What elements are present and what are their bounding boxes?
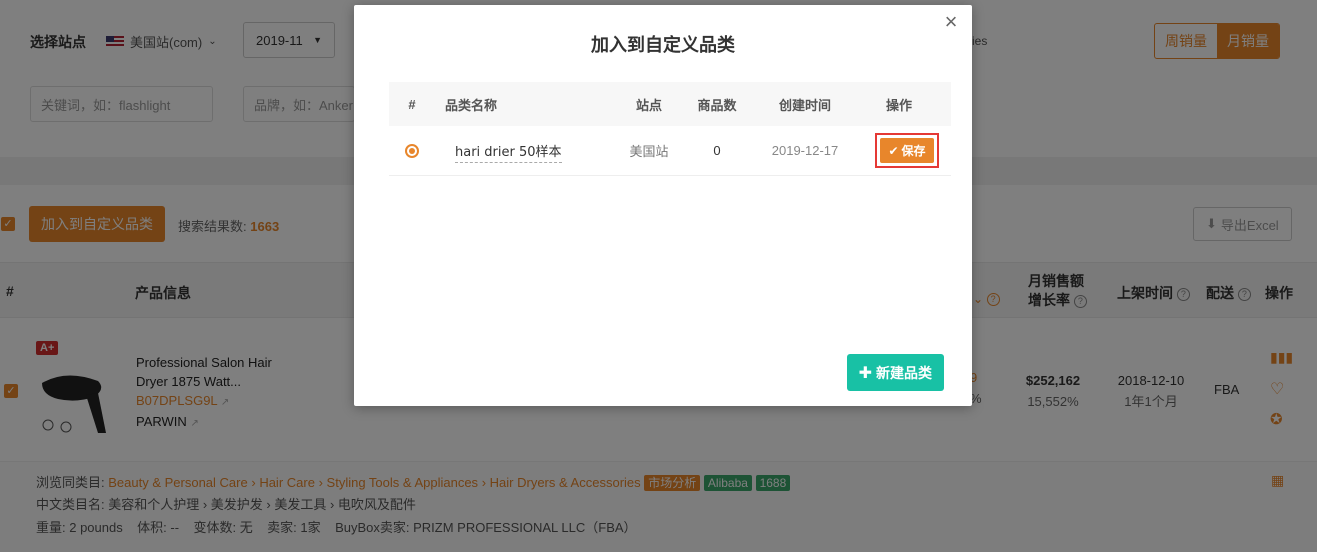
close-icon[interactable]: × bbox=[940, 11, 962, 33]
col-actions: 操作 bbox=[885, 97, 912, 113]
col-product-count: 商品数 bbox=[697, 97, 737, 113]
category-name-input[interactable]: hari drier 50样本 bbox=[455, 139, 562, 163]
new-category-button[interactable]: ✚ 新建品类 bbox=[846, 354, 944, 391]
category-table-header: # 品类名称 站点 商品数 创建时间 操作 bbox=[389, 82, 951, 126]
col-category-name: 品类名称 bbox=[445, 97, 498, 113]
category-created: 2019-12-17 bbox=[771, 143, 839, 158]
save-label: 保存 bbox=[901, 144, 926, 158]
category-row: hari drier 50样本 美国站 0 2019-12-17 ✔ 保存 bbox=[389, 126, 951, 176]
plus-icon: ✚ bbox=[858, 364, 872, 382]
category-name-cell: hari drier 50样本 bbox=[435, 139, 611, 163]
category-radio[interactable] bbox=[405, 143, 419, 158]
category-site: 美国站 bbox=[629, 144, 669, 159]
add-category-modal: 加入到自定义品类 × # 品类名称 站点 商品数 创建时间 操作 hari dr… bbox=[354, 5, 972, 406]
row-radio-cell bbox=[389, 143, 435, 158]
category-action-cell: ✔ 保存 bbox=[863, 133, 951, 168]
product-search-page: 选择站点 美国站(com) ⌄ 2019-11 ▼ ies 周销量 月销量 关键… bbox=[0, 0, 1317, 552]
col-index: # bbox=[408, 96, 416, 112]
category-count: 0 bbox=[713, 143, 721, 158]
col-site: 站点 bbox=[635, 97, 662, 113]
check-icon: ✔ bbox=[888, 143, 899, 158]
new-category-label: 新建品类 bbox=[876, 364, 932, 381]
col-created-time: 创建时间 bbox=[778, 97, 831, 113]
save-highlight: ✔ 保存 bbox=[875, 133, 939, 168]
category-table: # 品类名称 站点 商品数 创建时间 操作 hari drier 50样本 美国… bbox=[389, 82, 951, 176]
save-button[interactable]: ✔ 保存 bbox=[880, 138, 934, 163]
modal-title: 加入到自定义品类 bbox=[591, 35, 735, 55]
